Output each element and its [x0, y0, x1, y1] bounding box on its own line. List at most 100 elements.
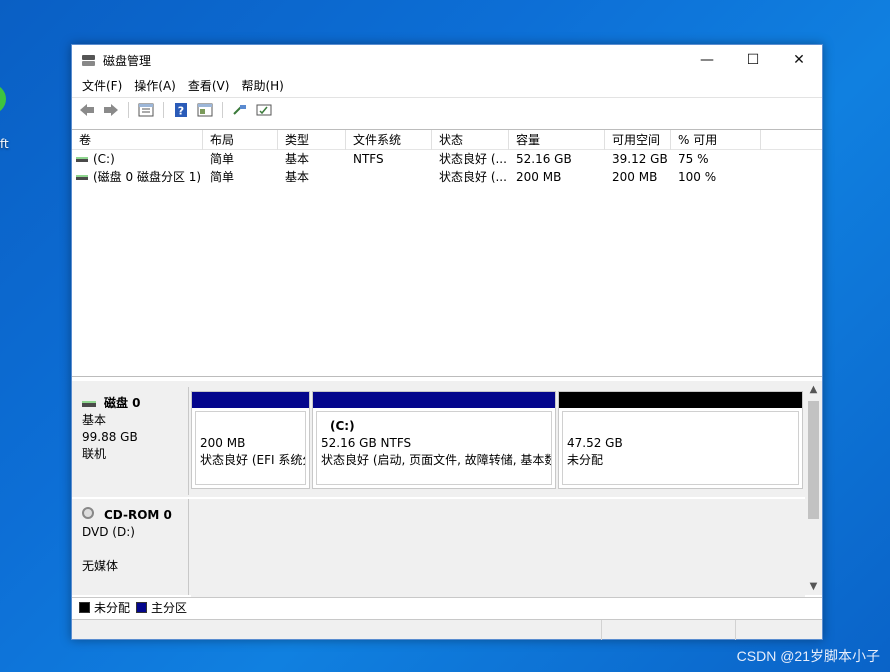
cdrom-0-row: CD-ROM 0 DVD (D:) 无媒体 — [72, 499, 805, 597]
forward-icon[interactable] — [101, 101, 121, 119]
menu-file[interactable]: 文件(F) — [76, 76, 128, 96]
volume-icon — [76, 175, 88, 180]
partition-size: 47.52 GB — [567, 436, 623, 450]
toolbar-separator — [163, 101, 164, 118]
status-section — [736, 620, 822, 640]
refresh-icon[interactable] — [230, 101, 250, 119]
volume-icon — [76, 157, 88, 162]
status-bar — [72, 619, 822, 640]
disk-0-name: 磁盘 0 — [104, 396, 141, 410]
status-section — [602, 620, 736, 640]
legend: 未分配 主分区 — [72, 597, 822, 617]
cdrom-0-status: 无媒体 — [82, 559, 119, 573]
partition-status: 状态良好 (EFI 系统分 — [200, 453, 306, 467]
column-header-capacity[interactable]: 容量 — [509, 130, 605, 150]
watermark: CSDN @21岁脚本小子 — [736, 648, 880, 664]
cdrom-0-label[interactable]: CD-ROM 0 DVD (D:) 无媒体 — [72, 499, 189, 595]
desktop-app-icon[interactable] — [0, 84, 6, 114]
menu-help[interactable]: 帮助(H) — [235, 76, 289, 96]
scroll-down-arrow-icon[interactable]: ▼ — [805, 578, 822, 595]
capacity-cell: 52.16 GB — [516, 152, 572, 166]
partition-status: 状态良好 (启动, 页面文件, 故障转储, 基本数 — [321, 453, 552, 467]
disk-name: CD-ROM 0 — [82, 506, 188, 524]
menu-action[interactable]: 操作(A) — [128, 76, 182, 96]
hard-disk-icon — [82, 400, 96, 407]
desktop-icon-label[interactable]: ft — [0, 137, 9, 151]
free-space-cell: 200 MB — [612, 170, 658, 184]
disk-management-icon — [81, 53, 97, 67]
partition-c[interactable]: (C:) 52.16 GB NTFS 状态良好 (启动, 页面文件, 故障转储,… — [312, 391, 556, 489]
primary-partition-swatch — [136, 602, 148, 613]
properties-icon[interactable] — [195, 101, 215, 119]
close-button[interactable]: ✕ — [776, 45, 822, 75]
partition-body: 200 MB 状态良好 (EFI 系统分 — [195, 411, 306, 485]
toolbar-separator — [128, 101, 129, 118]
window-controls: — ☐ ✕ — [684, 45, 822, 75]
volume-cell: (C:) — [72, 150, 203, 168]
disk-0-label[interactable]: 磁盘 0 基本 99.88 GB 联机 — [72, 387, 189, 495]
table-row[interactable]: (C:) 简单 基本 NTFS 状态良好 (... 52.16 GB 39.12… — [72, 150, 822, 168]
partition-efi[interactable]: 200 MB 状态良好 (EFI 系统分 — [191, 391, 310, 489]
status-cell: 状态良好 (... — [439, 152, 507, 166]
partition-size: 200 MB — [200, 436, 246, 450]
disk-0-status: 联机 — [82, 447, 107, 461]
column-header-percent-free[interactable]: % 可用 — [671, 130, 761, 150]
toolbar-separator — [222, 101, 223, 118]
menu-bar: 文件(F) 操作(A) 查看(V) 帮助(H) — [72, 75, 822, 97]
disk-0-row: 磁盘 0 基本 99.88 GB 联机 200 MB 状态良好 (EFI 系统分 — [72, 387, 805, 495]
menu-view[interactable]: 查看(V) — [182, 76, 236, 96]
window-title: 磁盘管理 — [103, 53, 152, 68]
column-header-filesystem[interactable]: 文件系统 — [346, 130, 432, 150]
volume-list-header: 卷 布局 类型 文件系统 状态 容量 可用空间 % 可用 — [72, 130, 822, 150]
disk-name: 磁盘 0 — [82, 395, 188, 412]
filesystem-cell: NTFS — [353, 152, 384, 166]
column-header-status[interactable]: 状态 — [432, 130, 509, 150]
unallocated-band — [559, 392, 802, 408]
column-header-volume[interactable]: 卷 — [72, 130, 203, 150]
status-section — [72, 620, 602, 640]
console-icon[interactable] — [254, 101, 274, 119]
volume-cell: (磁盘 0 磁盘分区 1) — [72, 168, 203, 186]
layout-cell: 简单 — [210, 170, 235, 184]
status-cell: 状态良好 (... — [439, 170, 507, 184]
toolbar: ? — [72, 97, 822, 121]
volume-name: (C:) — [93, 152, 115, 166]
partition-body: (C:) 52.16 GB NTFS 状态良好 (启动, 页面文件, 故障转储,… — [316, 411, 552, 485]
disk-graphic-pane: 磁盘 0 基本 99.88 GB 联机 200 MB 状态良好 (EFI 系统分 — [72, 381, 822, 597]
free-space-cell: 39.12 GB — [612, 152, 668, 166]
partition-status: 未分配 — [567, 453, 604, 467]
filesystem-cell — [346, 168, 432, 186]
maximize-button[interactable]: ☐ — [730, 45, 776, 75]
table-row[interactable]: (磁盘 0 磁盘分区 1) 简单 基本 状态良好 (... 200 MB 200… — [72, 168, 822, 186]
help-icon[interactable]: ? — [171, 101, 191, 119]
cdrom-0-area — [191, 499, 805, 597]
volume-name: (磁盘 0 磁盘分区 1) — [93, 170, 202, 184]
svg-text:?: ? — [178, 104, 184, 117]
partition-body: 47.52 GB 未分配 — [562, 411, 799, 485]
disk-0-partitions: 200 MB 状态良好 (EFI 系统分 (C:) 52.16 GB NTFS … — [191, 391, 803, 489]
percent-free-cell: 75 % — [678, 152, 709, 166]
back-icon[interactable] — [77, 101, 97, 119]
vertical-scrollbar[interactable]: ▲ ▼ — [805, 381, 822, 595]
disk-management-window: 磁盘管理 — ☐ ✕ 文件(F) 操作(A) 查看(V) 帮助(H) ? 卷 布… — [71, 44, 823, 640]
scrollbar-thumb[interactable] — [808, 401, 819, 519]
minimize-button[interactable]: — — [684, 45, 730, 75]
title-bar[interactable]: 磁盘管理 — ☐ ✕ — [72, 45, 822, 75]
legend-label: 未分配 — [94, 601, 131, 615]
disk-list-icon[interactable] — [136, 101, 156, 119]
capacity-cell: 200 MB — [516, 170, 562, 184]
legend-label: 主分区 — [151, 601, 188, 615]
disk-0-type: 基本 — [82, 413, 107, 427]
scroll-up-arrow-icon[interactable]: ▲ — [805, 381, 822, 398]
cd-rom-icon — [82, 506, 94, 519]
column-header-type[interactable]: 类型 — [278, 130, 346, 150]
column-header-layout[interactable]: 布局 — [203, 130, 278, 150]
cdrom-0-type: DVD (D:) — [82, 525, 135, 539]
legend-item: 未分配 — [79, 599, 130, 616]
type-cell: 基本 — [285, 152, 310, 166]
volume-list: 卷 布局 类型 文件系统 状态 容量 可用空间 % 可用 (C:) 简单 基本 … — [72, 129, 822, 377]
type-cell: 基本 — [285, 170, 310, 184]
column-header-free-space[interactable]: 可用空间 — [605, 130, 671, 150]
primary-partition-band — [313, 392, 555, 408]
partition-unallocated[interactable]: 47.52 GB 未分配 — [558, 391, 803, 489]
